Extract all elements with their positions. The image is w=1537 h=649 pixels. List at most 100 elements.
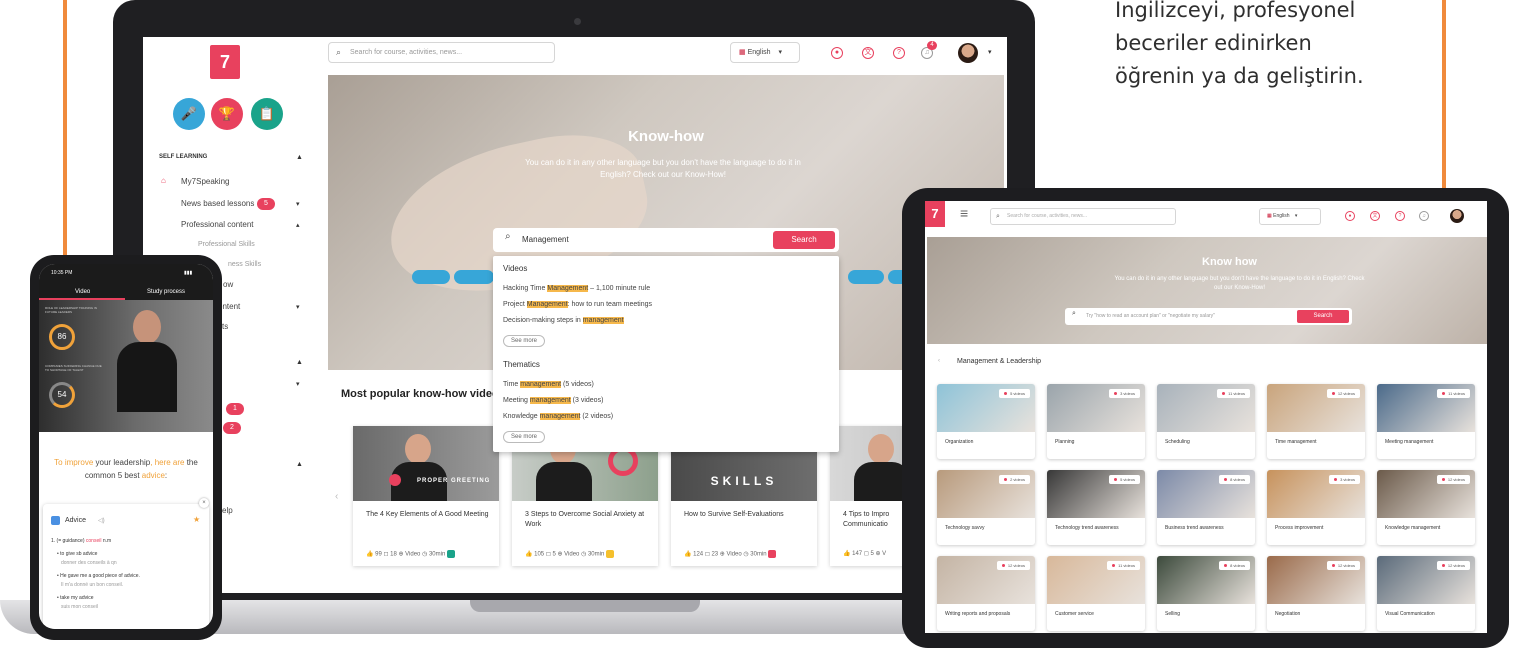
global-search-input[interactable]: ⌕ Search for course, activities, news... xyxy=(990,208,1176,225)
translate-icon[interactable]: 文 xyxy=(1370,211,1380,221)
close-icon[interactable]: × xyxy=(199,498,209,508)
thematic-tile[interactable]: 12 videos Negotiation xyxy=(1267,556,1365,631)
sidebar-item-help[interactable]: elp xyxy=(222,506,233,515)
chevron-left-icon[interactable]: ‹ xyxy=(938,358,940,364)
see-more-videos-button[interactable]: See more xyxy=(503,335,545,347)
record-icon[interactable]: ● xyxy=(831,47,843,59)
search-button[interactable]: Search xyxy=(1297,310,1349,323)
chevron-down-icon[interactable]: ▾ xyxy=(296,200,300,208)
thematic-tile[interactable]: 3 videos Process improvement xyxy=(1267,470,1365,545)
sidebar-item-my7speaking[interactable]: My7Speaking xyxy=(181,177,229,186)
dropdown-thematics-heading: Thematics xyxy=(503,360,540,369)
global-search-input[interactable]: ⌕ Search for course, activities, news... xyxy=(328,42,555,63)
tab-video[interactable]: Video xyxy=(75,289,90,295)
example-line: • He gave me a good piece of advice. xyxy=(57,573,140,579)
help-icon[interactable]: ? xyxy=(1395,211,1405,221)
notification-bell-icon[interactable]: ♫ xyxy=(1419,211,1429,221)
topic-chip[interactable] xyxy=(412,270,450,284)
dropdown-thematic-result[interactable]: Knowledge management (2 videos) xyxy=(503,413,613,420)
trophy-badge-icon[interactable]: 🏆 xyxy=(211,98,243,130)
search-icon: ⌕ xyxy=(996,213,1000,220)
dropdown-thematic-result[interactable]: Time management (5 videos) xyxy=(503,381,594,388)
chevron-up-icon[interactable]: ▲ xyxy=(296,461,303,468)
thematic-tile[interactable]: 12 videos Visual Communication xyxy=(1377,556,1475,631)
thematic-tile[interactable]: 5 videos Technology trend awareness xyxy=(1047,470,1145,545)
topic-chip[interactable] xyxy=(848,270,884,284)
level-badge xyxy=(605,550,614,558)
notification-count-badge: 4 xyxy=(927,41,937,50)
chevron-up-icon[interactable]: ▲ xyxy=(296,154,303,161)
dropdown-video-result[interactable]: Hacking Time Management – 1,100 minute r… xyxy=(503,285,650,292)
tab-study-process[interactable]: Study process xyxy=(147,289,185,295)
hero-subtitle: You can do it in any other language but … xyxy=(1114,276,1365,291)
laptop-screen: 7 🎤 🏆 📋 SELF LEARNING ▲ ⌂ My7Speaking Ne… xyxy=(143,37,1007,593)
see-more-thematics-button[interactable]: See more xyxy=(503,431,545,443)
thematic-tile[interactable]: 8 videos Business trend awareness xyxy=(1157,470,1255,545)
sidebar-item-professional-skills[interactable]: Professional Skills xyxy=(198,241,255,248)
video-player[interactable]: ROLE OF LEADERSHIP TRAINING IN FUTURE LE… xyxy=(39,300,213,464)
thematic-tile[interactable]: 11 videos Scheduling xyxy=(1157,384,1255,459)
sidebar-item-news-lessons[interactable]: News based lessons xyxy=(181,199,254,208)
tile-label: Process improvement xyxy=(1275,525,1324,531)
dropdown-thematic-result[interactable]: Meeting management (3 videos) xyxy=(503,397,603,404)
chevron-up-icon[interactable]: ▴ xyxy=(296,221,300,229)
thematic-tile[interactable]: 3 videos Planning xyxy=(1047,384,1145,459)
video-meta: 👍 105 ◻ 5 ⊕ Video ◷ 30min xyxy=(525,550,614,558)
thematic-tile[interactable]: 12 videos Knowledge management xyxy=(1377,470,1475,545)
dropdown-video-result[interactable]: Decision-making steps in management xyxy=(503,317,624,324)
thematic-tile[interactable]: 12 videos Writing reports and proposals xyxy=(937,556,1035,631)
search-button[interactable]: Search xyxy=(773,231,835,249)
dropdown-video-result[interactable]: Project Management: how to run team meet… xyxy=(503,301,652,308)
presenter-image xyxy=(133,310,161,344)
video-count-badge: 12 videos xyxy=(996,561,1030,570)
user-avatar[interactable] xyxy=(958,43,978,63)
sidebar-item-know-how[interactable]: ow xyxy=(223,280,233,289)
chevron-left-icon[interactable]: ‹ xyxy=(335,491,338,502)
speaker-icon[interactable]: ◁) xyxy=(98,517,105,524)
chevron-down-icon[interactable]: ▾ xyxy=(296,303,300,311)
video-count-badge: 8 videos xyxy=(1219,475,1250,484)
app-logo[interactable]: 7 xyxy=(210,45,240,79)
sidebar-item-business-skills[interactable]: ness Skills xyxy=(228,261,261,268)
signal-icon: ▮▮▮ xyxy=(184,270,193,276)
sidebar-item-professional-content[interactable]: Professional content xyxy=(181,220,254,229)
sidebar-count-badge: 1 xyxy=(226,403,244,415)
chevron-down-icon[interactable]: ▾ xyxy=(296,380,300,388)
know-how-search-box[interactable]: ⌕ Management Search xyxy=(493,228,839,252)
record-icon[interactable]: ● xyxy=(1345,211,1355,221)
thematic-tile[interactable]: 11 videos Customer service xyxy=(1047,556,1145,631)
leadership-tip: To improve your leadership, here are the… xyxy=(54,458,198,480)
know-how-search-input[interactable]: Management xyxy=(522,235,569,244)
thematic-tile[interactable]: 8 videos Selling xyxy=(1157,556,1255,631)
thematic-tile[interactable]: 2 videos Technology savvy xyxy=(937,470,1035,545)
tile-label: Scheduling xyxy=(1165,439,1190,445)
help-icon[interactable]: ? xyxy=(893,47,905,59)
know-how-search-box[interactable]: ⌕ Try "how to read an account plan" or "… xyxy=(1065,308,1352,325)
thematic-tile[interactable]: 5 videos Organization xyxy=(937,384,1035,459)
dropdown-videos-heading: Videos xyxy=(503,264,528,273)
video-meta-text: 👍 105 ◻ 5 ⊕ Video ◷ 30min xyxy=(525,551,605,558)
chevron-up-icon[interactable]: ▲ xyxy=(296,359,303,366)
checklist-badge-icon[interactable]: 📋 xyxy=(251,98,283,130)
hamburger-menu-icon[interactable]: ≡ xyxy=(960,205,968,221)
star-icon[interactable]: ★ xyxy=(193,515,200,524)
thumbnail-caption: PROPER GREETING xyxy=(417,478,491,484)
user-avatar[interactable] xyxy=(1450,209,1464,223)
language-select[interactable]: ▦ English ▾ xyxy=(730,42,800,63)
video-title: 3 Steps to Overcome Social Anxiety at Wo… xyxy=(525,511,645,528)
thematic-tile[interactable]: 12 videos Time management xyxy=(1267,384,1365,459)
app-logo[interactable]: 7 xyxy=(925,201,945,227)
topic-chip[interactable] xyxy=(454,270,494,284)
video-meta: 👍 124 ◻ 23 ⊕ Video ◷ 30min xyxy=(684,550,777,558)
orange-connector-left xyxy=(63,0,67,264)
search-icon: ⌕ xyxy=(336,47,342,57)
know-how-search-input[interactable]: Try "how to read an account plan" or "ne… xyxy=(1086,313,1215,319)
language-select[interactable]: ▦ English ▾ xyxy=(1259,208,1321,225)
translate-icon[interactable]: 文 xyxy=(862,47,874,59)
microphone-badge-icon[interactable]: 🎤 xyxy=(173,98,205,130)
thematic-tile[interactable]: 11 videos Meeting management xyxy=(1377,384,1475,459)
uk-flag-icon: ▦ xyxy=(1267,213,1272,219)
hero-title: Know how xyxy=(1202,256,1257,268)
video-card[interactable]: PROPER GREETING The 4 Key Elements of A … xyxy=(353,426,499,566)
chevron-down-icon[interactable]: ▾ xyxy=(988,48,992,56)
